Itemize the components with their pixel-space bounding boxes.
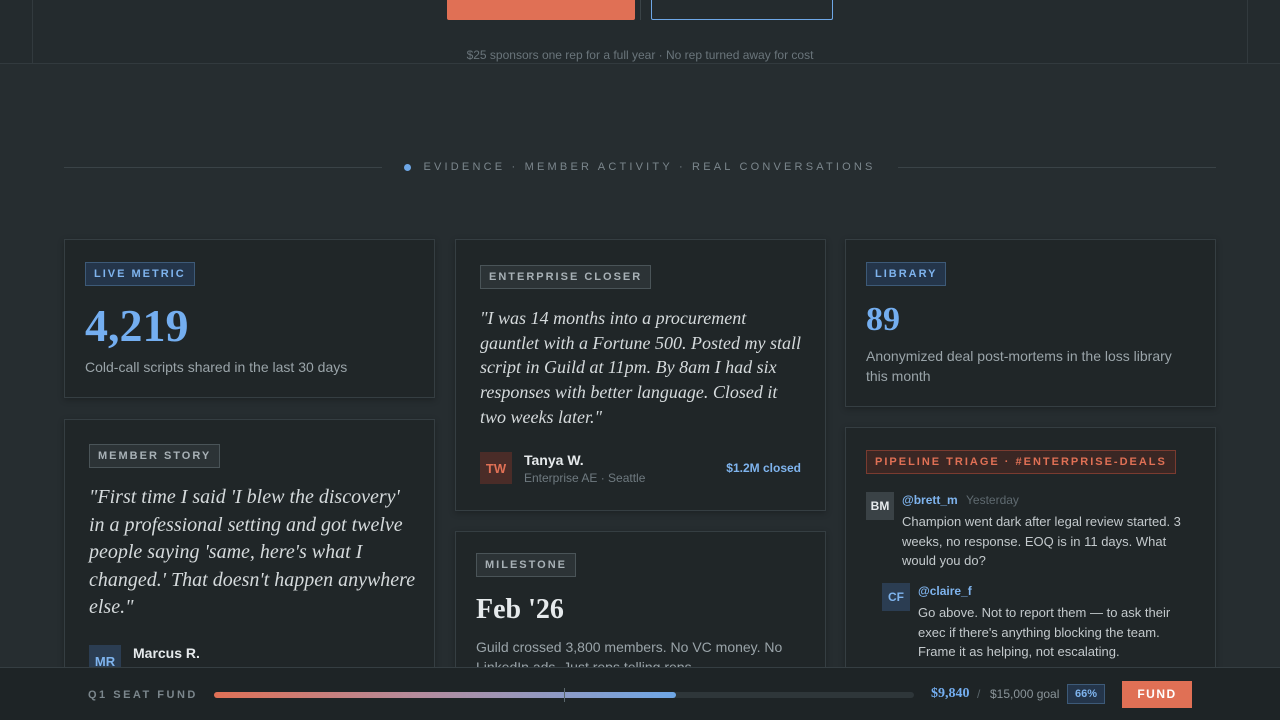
message-handle[interactable]: @claire_f (918, 584, 972, 598)
library-tag: LIBRARY (866, 262, 947, 286)
fund-progress-marker (564, 688, 565, 702)
enterprise-closer-tag: ENTERPRISE CLOSER (480, 265, 652, 289)
enterprise-closer-author-name: Tanya W. (524, 452, 584, 468)
fund-goal: $15,000 goal (990, 687, 1060, 701)
fund-label: Q1 SEAT FUND (88, 689, 198, 701)
message-handle[interactable]: @brett_m (902, 493, 958, 507)
pipeline-triage-card: PIPELINE TRIAGE · #ENTERPRISE-DEALS BM @… (845, 427, 1216, 687)
pipeline-triage-tag: PIPELINE TRIAGE · #ENTERPRISE-DEALS (866, 450, 1176, 474)
avatar: BM (866, 492, 894, 520)
member-story-quote: "First time I said 'I blew the discovery… (89, 486, 416, 618)
secondary-cta-button[interactable] (651, 0, 833, 20)
milestone-tag: MILESTONE (476, 553, 576, 577)
live-metric-tag: LIVE METRIC (85, 262, 195, 286)
enterprise-closer-author-meta: Enterprise AE · Seattle (524, 471, 646, 485)
library-value: 89 (866, 301, 900, 338)
live-metric-card: LIVE METRIC 4,219 Cold-call scripts shar… (64, 239, 435, 398)
section-dot-icon (404, 163, 412, 171)
fund-button[interactable]: FUND (1122, 681, 1192, 708)
section-rule-left (64, 166, 383, 168)
member-story-card: MEMBER STORY "First time I said 'I blew … (64, 419, 435, 679)
enterprise-closer-quote: "I was 14 months into a procurement gaun… (480, 308, 801, 427)
enterprise-closer-result: $1.2M closed (726, 461, 801, 475)
fund-separator: / (977, 687, 981, 701)
library-card: LIBRARY 89 Anonymized deal post-mortems … (845, 239, 1216, 407)
fund-progress-track (214, 688, 914, 702)
hero-band: $25 sponsors one rep for a full year · N… (0, 0, 1280, 64)
library-caption: Anonymized deal post-mortems in the loss… (866, 348, 1172, 384)
live-metric-caption: Cold-call scripts shared in the last 30 … (85, 359, 348, 375)
section-header: EVIDENCE · MEMBER ACTIVITY · REAL CONVER… (64, 158, 1217, 176)
fund-bar: Q1 SEAT FUND $9,840 / $15,000 goal 66% F… (0, 667, 1280, 720)
message-text: Go above. Not to report them — to ask th… (918, 605, 1171, 659)
milestone-value: Feb '26 (476, 594, 564, 625)
cta-divider (640, 0, 641, 20)
avatar: TW (480, 452, 512, 484)
avatar: CF (882, 583, 910, 611)
fund-progress-fill (214, 692, 676, 698)
fund-raised: $9,840 (931, 686, 970, 701)
message-time: Yesterday (966, 493, 1019, 507)
message-text: Champion went dark after legal review st… (902, 514, 1181, 568)
section-rule-right (897, 166, 1217, 168)
enterprise-closer-card: ENTERPRISE CLOSER "I was 14 months into … (455, 239, 826, 511)
primary-cta-button[interactable] (447, 0, 635, 20)
fund-percent-badge: 66% (1067, 684, 1106, 704)
live-metric-value: 4,219 (85, 300, 189, 351)
member-story-author-name: Marcus R. (133, 645, 200, 661)
sponsor-note: $25 sponsors one rep for a full year · N… (466, 48, 814, 62)
member-story-tag: MEMBER STORY (89, 444, 221, 468)
section-label: EVIDENCE · MEMBER ACTIVITY · REAL CONVER… (423, 161, 876, 173)
